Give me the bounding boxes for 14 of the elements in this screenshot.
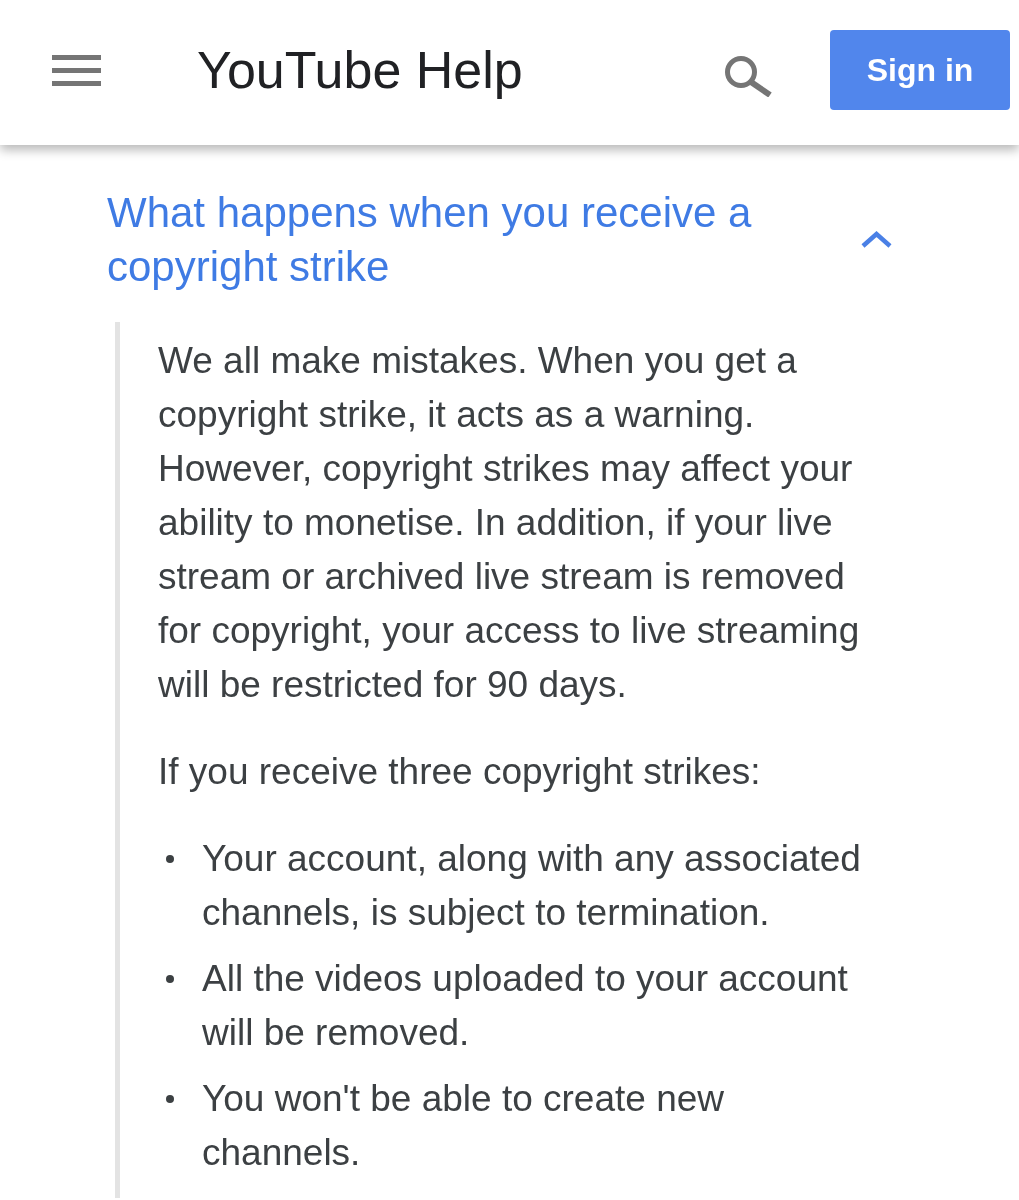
list-item-text: You won't be able to create new channels. (202, 1077, 725, 1175)
bullet-icon (166, 1095, 174, 1103)
list-item-text: All the videos uploaded to your account will be removed. (202, 957, 849, 1055)
list-item-text: Your account, along with any associated channels, is subject to termination. (202, 837, 862, 935)
body-paragraph: If you receive three copyright strikes: (158, 750, 762, 794)
sign-in-button[interactable]: Sign in (830, 30, 1010, 110)
bullet-icon (166, 855, 174, 863)
search-icon[interactable] (724, 55, 772, 97)
bullet-icon (166, 975, 174, 983)
site-title: YouTube Help (197, 40, 523, 100)
section-title[interactable]: What happens when you receive a copyright strike (107, 186, 807, 294)
chevron-up-icon[interactable] (860, 231, 893, 249)
body-paragraph: We all make mistakes. When you get a copyright strike, it acts as a warning. However, copyright strikes may affect your ability to monetise. In addition, if your live stream or archived live stream is removed for copyright, your access to live streaming will be restricted for 90 days. (158, 339, 861, 707)
menu-icon[interactable] (52, 54, 101, 86)
